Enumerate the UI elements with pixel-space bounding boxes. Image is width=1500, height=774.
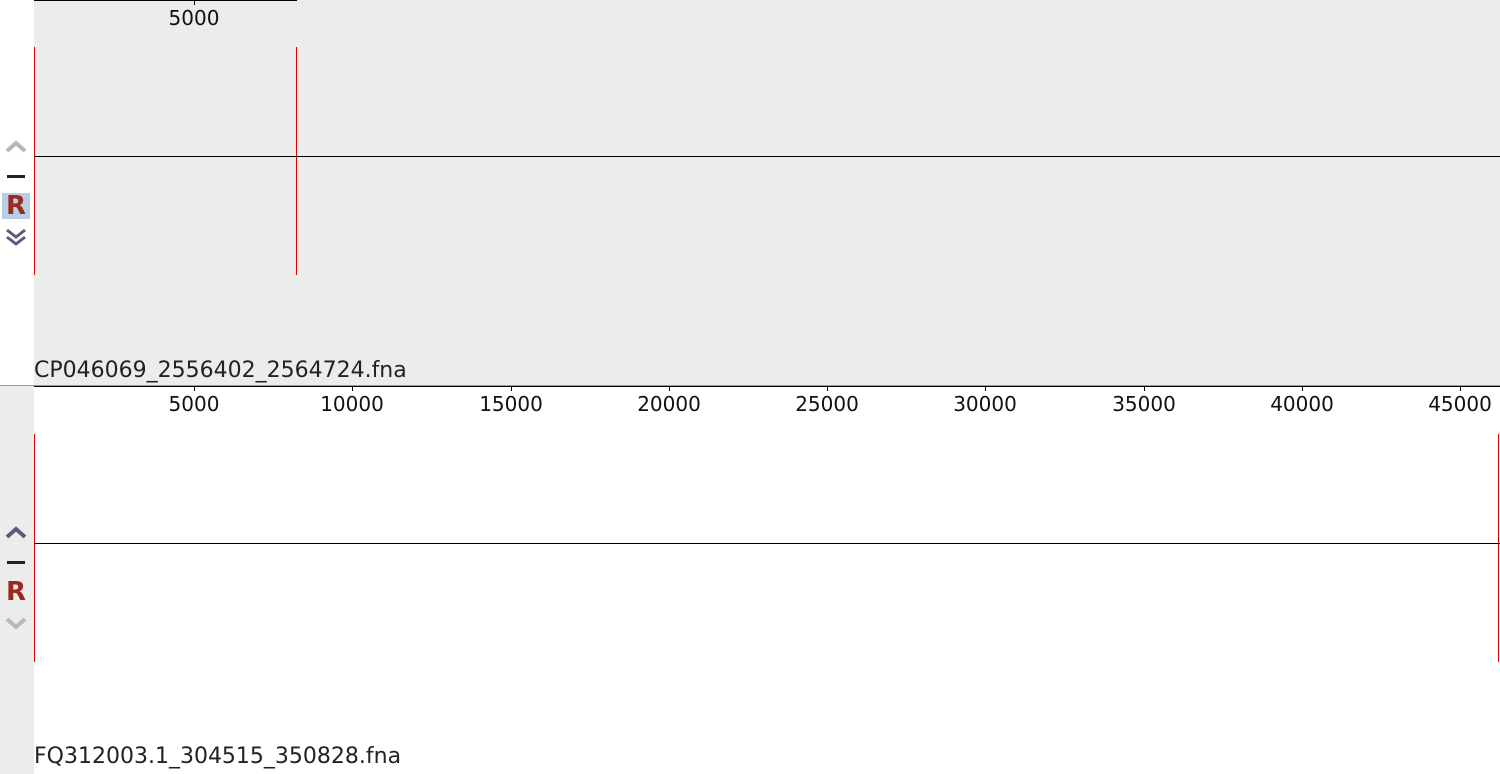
- ruler-line: [34, 386, 1500, 387]
- collapse-icon[interactable]: [2, 550, 30, 576]
- ruler-tick-label: 5000: [168, 392, 220, 416]
- sequence-centerline: [34, 543, 1500, 544]
- ruler-tick-label: 25000: [795, 392, 859, 416]
- ruler-line: [34, 0, 297, 1]
- reverse-button[interactable]: R: [2, 579, 30, 605]
- tick-mark: [511, 386, 512, 391]
- ruler-tick-label: 30000: [953, 392, 1017, 416]
- sequence-centerline: [34, 156, 1500, 157]
- panel-1-ruler: 5000: [34, 0, 1500, 34]
- ruler-tick-label: 10000: [320, 392, 384, 416]
- sequence-end-marker: [296, 47, 297, 275]
- tick-mark: [985, 386, 986, 391]
- move-up-icon[interactable]: [2, 520, 30, 546]
- tick-mark: [194, 0, 195, 5]
- sequence-name-label: CP046069_2556402_2564724.fna: [34, 358, 407, 383]
- tick-mark: [669, 386, 670, 391]
- tick-mark: [194, 386, 195, 391]
- tick-mark: [1302, 386, 1303, 391]
- panel-2-controls: R: [0, 386, 34, 774]
- panel-1-controls: R: [0, 0, 34, 386]
- reverse-button[interactable]: R: [2, 193, 30, 219]
- panel-2-track-area[interactable]: 5000 10000 15000 20000 25000 30000 35000…: [34, 386, 1500, 774]
- move-up-icon[interactable]: [2, 134, 30, 160]
- tick-mark: [352, 386, 353, 391]
- sequence-name-label: FQ312003.1_304515_350828.fna: [34, 744, 402, 769]
- ruler-tick-label: 45000: [1428, 392, 1492, 416]
- ruler-tick-label: 35000: [1112, 392, 1176, 416]
- ruler-tick-label: 40000: [1270, 392, 1334, 416]
- ruler-tick-label: 20000: [637, 392, 701, 416]
- sequence-start-marker: [34, 47, 35, 275]
- panel-1-track-area[interactable]: 5000 CP046069_2556402_2564724.fna: [34, 0, 1500, 386]
- collapse-icon[interactable]: [2, 164, 30, 190]
- tick-mark: [1460, 386, 1461, 391]
- ruler-tick-label: 15000: [479, 392, 543, 416]
- sequence-end-marker: [1498, 434, 1499, 662]
- ruler-tick-label: 5000: [168, 6, 220, 30]
- move-down-icon[interactable]: [2, 610, 30, 636]
- sequence-panel-1: R 5000 CP046069_2556402_2564724.fna: [0, 0, 1500, 386]
- tick-mark: [1144, 386, 1145, 391]
- sequence-panel-2: R 5000 10000 15000 20000 25000 30000 350…: [0, 386, 1500, 774]
- panel-2-ruler: 5000 10000 15000 20000 25000 30000 35000…: [34, 386, 1500, 420]
- move-down-icon[interactable]: [2, 224, 30, 250]
- sequence-start-marker: [34, 434, 35, 662]
- tick-mark: [827, 386, 828, 391]
